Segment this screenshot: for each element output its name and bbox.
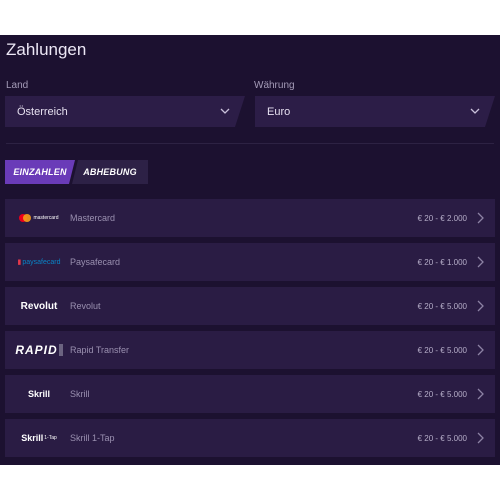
country-label: Land [6,80,29,91]
chevron-down-icon [219,105,231,117]
method-name: Rapid Transfer [70,345,130,355]
method-range: € 20 - € 5.000 [417,389,467,399]
chevron-right-icon [477,432,484,444]
currency-value: Euro [267,105,291,118]
chevron-right-icon [477,212,484,224]
currency-select[interactable]: Euro [255,96,495,127]
payment-method-paysafecard[interactable]: ▮ paysafecard Paysafecard € 20 - € 1.000 [5,243,495,281]
chevron-right-icon [477,388,484,400]
rapid-logo: RAPID [13,343,65,357]
method-name: Mastercard [70,213,116,223]
country-select[interactable]: Österreich [5,96,245,127]
chevron-right-icon [477,344,484,356]
divider [6,143,494,144]
method-name: Revolut [70,301,101,311]
payment-method-rapid-transfer[interactable]: RAPID Rapid Transfer € 20 - € 5.000 [5,331,495,369]
method-range: € 20 - € 1.000 [417,257,467,267]
currency-label: Währung [254,80,295,91]
skrill-logo: Skrill [27,389,50,399]
chevron-right-icon [477,300,484,312]
skrill-1tap-logo: Skrill 1-Tap [21,433,57,443]
chevron-down-icon [469,105,481,117]
payment-method-mastercard[interactable]: mastercard Mastercard € 20 - € 2.000 [5,199,495,237]
method-name: Paysafecard [70,257,121,267]
method-range: € 20 - € 5.000 [417,345,467,355]
method-range: € 20 - € 5.000 [417,433,467,443]
revolut-logo: Revolut [20,300,58,312]
page-title: Zahlungen [6,40,87,59]
mastercard-logo: mastercard [13,214,65,222]
tab-withdrawal[interactable]: ABHEBUNG [72,160,148,184]
country-value: Österreich [17,105,68,118]
tab-deposit[interactable]: EINZAHLEN [5,160,75,184]
method-name: Skrill 1-Tap [70,433,115,443]
payment-method-revolut[interactable]: Revolut Revolut € 20 - € 5.000 [5,287,495,325]
chevron-right-icon [477,256,484,268]
method-name: Skrill [70,389,90,399]
payment-method-skrill-1tap[interactable]: Skrill 1-Tap Skrill 1-Tap € 20 - € 5.000 [5,419,495,457]
method-range: € 20 - € 5.000 [417,301,467,311]
method-range: € 20 - € 2.000 [417,213,467,223]
payment-method-skrill[interactable]: Skrill Skrill € 20 - € 5.000 [5,375,495,413]
paysafecard-logo: ▮ paysafecard [17,258,61,267]
